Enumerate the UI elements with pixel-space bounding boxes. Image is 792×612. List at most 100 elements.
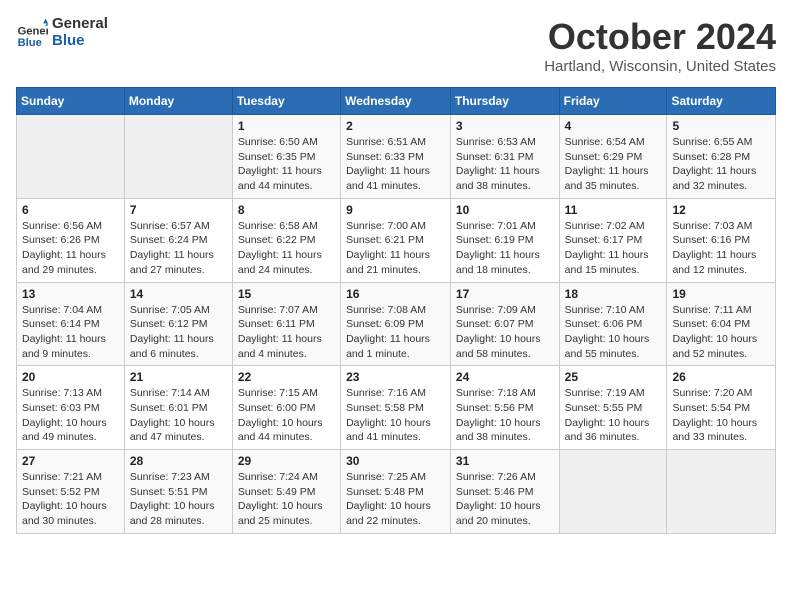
day-number: 1 xyxy=(238,119,335,133)
title-block: October 2024 Hartland, Wisconsin, United… xyxy=(544,16,776,75)
calendar-cell: 26 Sunrise: 7:20 AMSunset: 5:54 PMDayligh… xyxy=(667,366,776,450)
calendar-cell xyxy=(559,450,667,534)
calendar-cell xyxy=(17,115,125,199)
day-number: 22 xyxy=(238,370,335,384)
calendar-table: SundayMondayTuesdayWednesdayThursdayFrid… xyxy=(16,87,776,534)
calendar-cell: 5 Sunrise: 6:55 AMSunset: 6:28 PMDaylight… xyxy=(667,115,776,199)
day-number: 14 xyxy=(130,287,227,301)
week-row-2: 6 Sunrise: 6:56 AMSunset: 6:26 PMDaylight… xyxy=(17,198,776,282)
day-detail: Sunrise: 6:50 AMSunset: 6:35 PMDaylight:… xyxy=(238,135,335,194)
day-detail: Sunrise: 7:23 AMSunset: 5:51 PMDaylight:… xyxy=(130,470,227,529)
day-detail: Sunrise: 6:56 AMSunset: 6:26 PMDaylight:… xyxy=(22,219,119,278)
day-detail: Sunrise: 7:00 AMSunset: 6:21 PMDaylight:… xyxy=(346,219,445,278)
day-detail: Sunrise: 7:16 AMSunset: 5:58 PMDaylight:… xyxy=(346,386,445,445)
day-detail: Sunrise: 7:20 AMSunset: 5:54 PMDaylight:… xyxy=(672,386,770,445)
header-row: SundayMondayTuesdayWednesdayThursdayFrid… xyxy=(17,88,776,115)
logo-icon: General Blue xyxy=(16,17,48,49)
logo: General Blue General Blue xyxy=(16,16,108,49)
calendar-cell: 23Sunrise: 7:16 AMSunset: 5:58 PMDayligh… xyxy=(341,366,451,450)
day-number: 20 xyxy=(22,370,119,384)
day-number: 10 xyxy=(456,203,554,217)
day-number: 19 xyxy=(672,287,770,301)
svg-text:General: General xyxy=(18,25,48,37)
day-number: 26 xyxy=(672,370,770,384)
calendar-cell: 2 Sunrise: 6:51 AMSunset: 6:33 PMDaylight… xyxy=(341,115,451,199)
day-detail: Sunrise: 6:57 AMSunset: 6:24 PMDaylight:… xyxy=(130,219,227,278)
calendar-cell: 27Sunrise: 7:21 AMSunset: 5:52 PMDayligh… xyxy=(17,450,125,534)
day-detail: Sunrise: 6:58 AMSunset: 6:22 PMDaylight:… xyxy=(238,219,335,278)
calendar-cell: 13 Sunrise: 7:04 AMSunset: 6:14 PMDayligh… xyxy=(17,282,125,366)
week-row-4: 20Sunrise: 7:13 AMSunset: 6:03 PMDayligh… xyxy=(17,366,776,450)
calendar-cell: 22Sunrise: 7:15 AMSunset: 6:00 PMDayligh… xyxy=(232,366,340,450)
day-number: 15 xyxy=(238,287,335,301)
day-detail: Sunrise: 7:04 AMSunset: 6:14 PMDaylight:… xyxy=(22,303,119,362)
day-number: 9 xyxy=(346,203,445,217)
col-header-friday: Friday xyxy=(559,88,667,115)
day-detail: Sunrise: 7:07 AMSunset: 6:11 PMDaylight:… xyxy=(238,303,335,362)
day-number: 21 xyxy=(130,370,227,384)
calendar-cell xyxy=(667,450,776,534)
day-detail: Sunrise: 7:21 AMSunset: 5:52 PMDaylight:… xyxy=(22,470,119,529)
day-detail: Sunrise: 6:54 AMSunset: 6:29 PMDaylight:… xyxy=(565,135,662,194)
calendar-cell: 10 Sunrise: 7:01 AMSunset: 6:19 PMDayligh… xyxy=(450,198,559,282)
day-number: 18 xyxy=(565,287,662,301)
day-number: 4 xyxy=(565,119,662,133)
col-header-thursday: Thursday xyxy=(450,88,559,115)
calendar-cell: 6 Sunrise: 6:56 AMSunset: 6:26 PMDaylight… xyxy=(17,198,125,282)
calendar-cell: 30Sunrise: 7:25 AMSunset: 5:48 PMDayligh… xyxy=(341,450,451,534)
calendar-cell: 7 Sunrise: 6:57 AMSunset: 6:24 PMDaylight… xyxy=(124,198,232,282)
day-detail: Sunrise: 6:53 AMSunset: 6:31 PMDaylight:… xyxy=(456,135,554,194)
day-number: 31 xyxy=(456,454,554,468)
day-number: 6 xyxy=(22,203,119,217)
day-number: 28 xyxy=(130,454,227,468)
calendar-cell: 16 Sunrise: 7:08 AMSunset: 6:09 PMDayligh… xyxy=(341,282,451,366)
logo-blue: Blue xyxy=(52,33,108,50)
day-number: 16 xyxy=(346,287,445,301)
calendar-cell: 11Sunrise: 7:02 AMSunset: 6:17 PMDayligh… xyxy=(559,198,667,282)
day-number: 13 xyxy=(22,287,119,301)
col-header-wednesday: Wednesday xyxy=(341,88,451,115)
calendar-cell: 8Sunrise: 6:58 AMSunset: 6:22 PMDaylight… xyxy=(232,198,340,282)
day-number: 29 xyxy=(238,454,335,468)
day-number: 5 xyxy=(672,119,770,133)
day-number: 3 xyxy=(456,119,554,133)
col-header-sunday: Sunday xyxy=(17,88,125,115)
logo-general: General xyxy=(52,16,108,33)
day-detail: Sunrise: 7:14 AMSunset: 6:01 PMDaylight:… xyxy=(130,386,227,445)
col-header-saturday: Saturday xyxy=(667,88,776,115)
day-number: 2 xyxy=(346,119,445,133)
day-detail: Sunrise: 7:26 AMSunset: 5:46 PMDaylight:… xyxy=(456,470,554,529)
day-number: 17 xyxy=(456,287,554,301)
day-number: 7 xyxy=(130,203,227,217)
day-detail: Sunrise: 7:01 AMSunset: 6:19 PMDaylight:… xyxy=(456,219,554,278)
day-detail: Sunrise: 6:51 AMSunset: 6:33 PMDaylight:… xyxy=(346,135,445,194)
location-title: Hartland, Wisconsin, United States xyxy=(544,58,776,75)
day-detail: Sunrise: 7:09 AMSunset: 6:07 PMDaylight:… xyxy=(456,303,554,362)
calendar-cell: 29 Sunrise: 7:24 AMSunset: 5:49 PMDayligh… xyxy=(232,450,340,534)
day-detail: Sunrise: 7:02 AMSunset: 6:17 PMDaylight:… xyxy=(565,219,662,278)
day-detail: Sunrise: 6:55 AMSunset: 6:28 PMDaylight:… xyxy=(672,135,770,194)
calendar-cell xyxy=(124,115,232,199)
calendar-cell: 1 Sunrise: 6:50 AMSunset: 6:35 PMDaylight… xyxy=(232,115,340,199)
svg-text:Blue: Blue xyxy=(18,36,42,48)
calendar-cell: 28 Sunrise: 7:23 AMSunset: 5:51 PMDayligh… xyxy=(124,450,232,534)
calendar-cell: 14 Sunrise: 7:05 AMSunset: 6:12 PMDayligh… xyxy=(124,282,232,366)
day-number: 12 xyxy=(672,203,770,217)
month-title: October 2024 xyxy=(544,16,776,58)
calendar-cell: 3 Sunrise: 6:53 AMSunset: 6:31 PMDaylight… xyxy=(450,115,559,199)
calendar-cell: 12Sunrise: 7:03 AMSunset: 6:16 PMDayligh… xyxy=(667,198,776,282)
day-detail: Sunrise: 7:24 AMSunset: 5:49 PMDaylight:… xyxy=(238,470,335,529)
day-detail: Sunrise: 7:08 AMSunset: 6:09 PMDaylight:… xyxy=(346,303,445,362)
col-header-monday: Monday xyxy=(124,88,232,115)
week-row-5: 27Sunrise: 7:21 AMSunset: 5:52 PMDayligh… xyxy=(17,450,776,534)
day-detail: Sunrise: 7:19 AMSunset: 5:55 PMDaylight:… xyxy=(565,386,662,445)
calendar-cell: 21 Sunrise: 7:14 AMSunset: 6:01 PMDayligh… xyxy=(124,366,232,450)
calendar-cell: 25Sunrise: 7:19 AMSunset: 5:55 PMDayligh… xyxy=(559,366,667,450)
calendar-cell: 18 Sunrise: 7:10 AMSunset: 6:06 PMDayligh… xyxy=(559,282,667,366)
calendar-cell: 9 Sunrise: 7:00 AMSunset: 6:21 PMDaylight… xyxy=(341,198,451,282)
calendar-cell: 15 Sunrise: 7:07 AMSunset: 6:11 PMDayligh… xyxy=(232,282,340,366)
day-detail: Sunrise: 7:25 AMSunset: 5:48 PMDaylight:… xyxy=(346,470,445,529)
calendar-cell: 4 Sunrise: 6:54 AMSunset: 6:29 PMDaylight… xyxy=(559,115,667,199)
day-detail: Sunrise: 7:10 AMSunset: 6:06 PMDaylight:… xyxy=(565,303,662,362)
day-detail: Sunrise: 7:05 AMSunset: 6:12 PMDaylight:… xyxy=(130,303,227,362)
